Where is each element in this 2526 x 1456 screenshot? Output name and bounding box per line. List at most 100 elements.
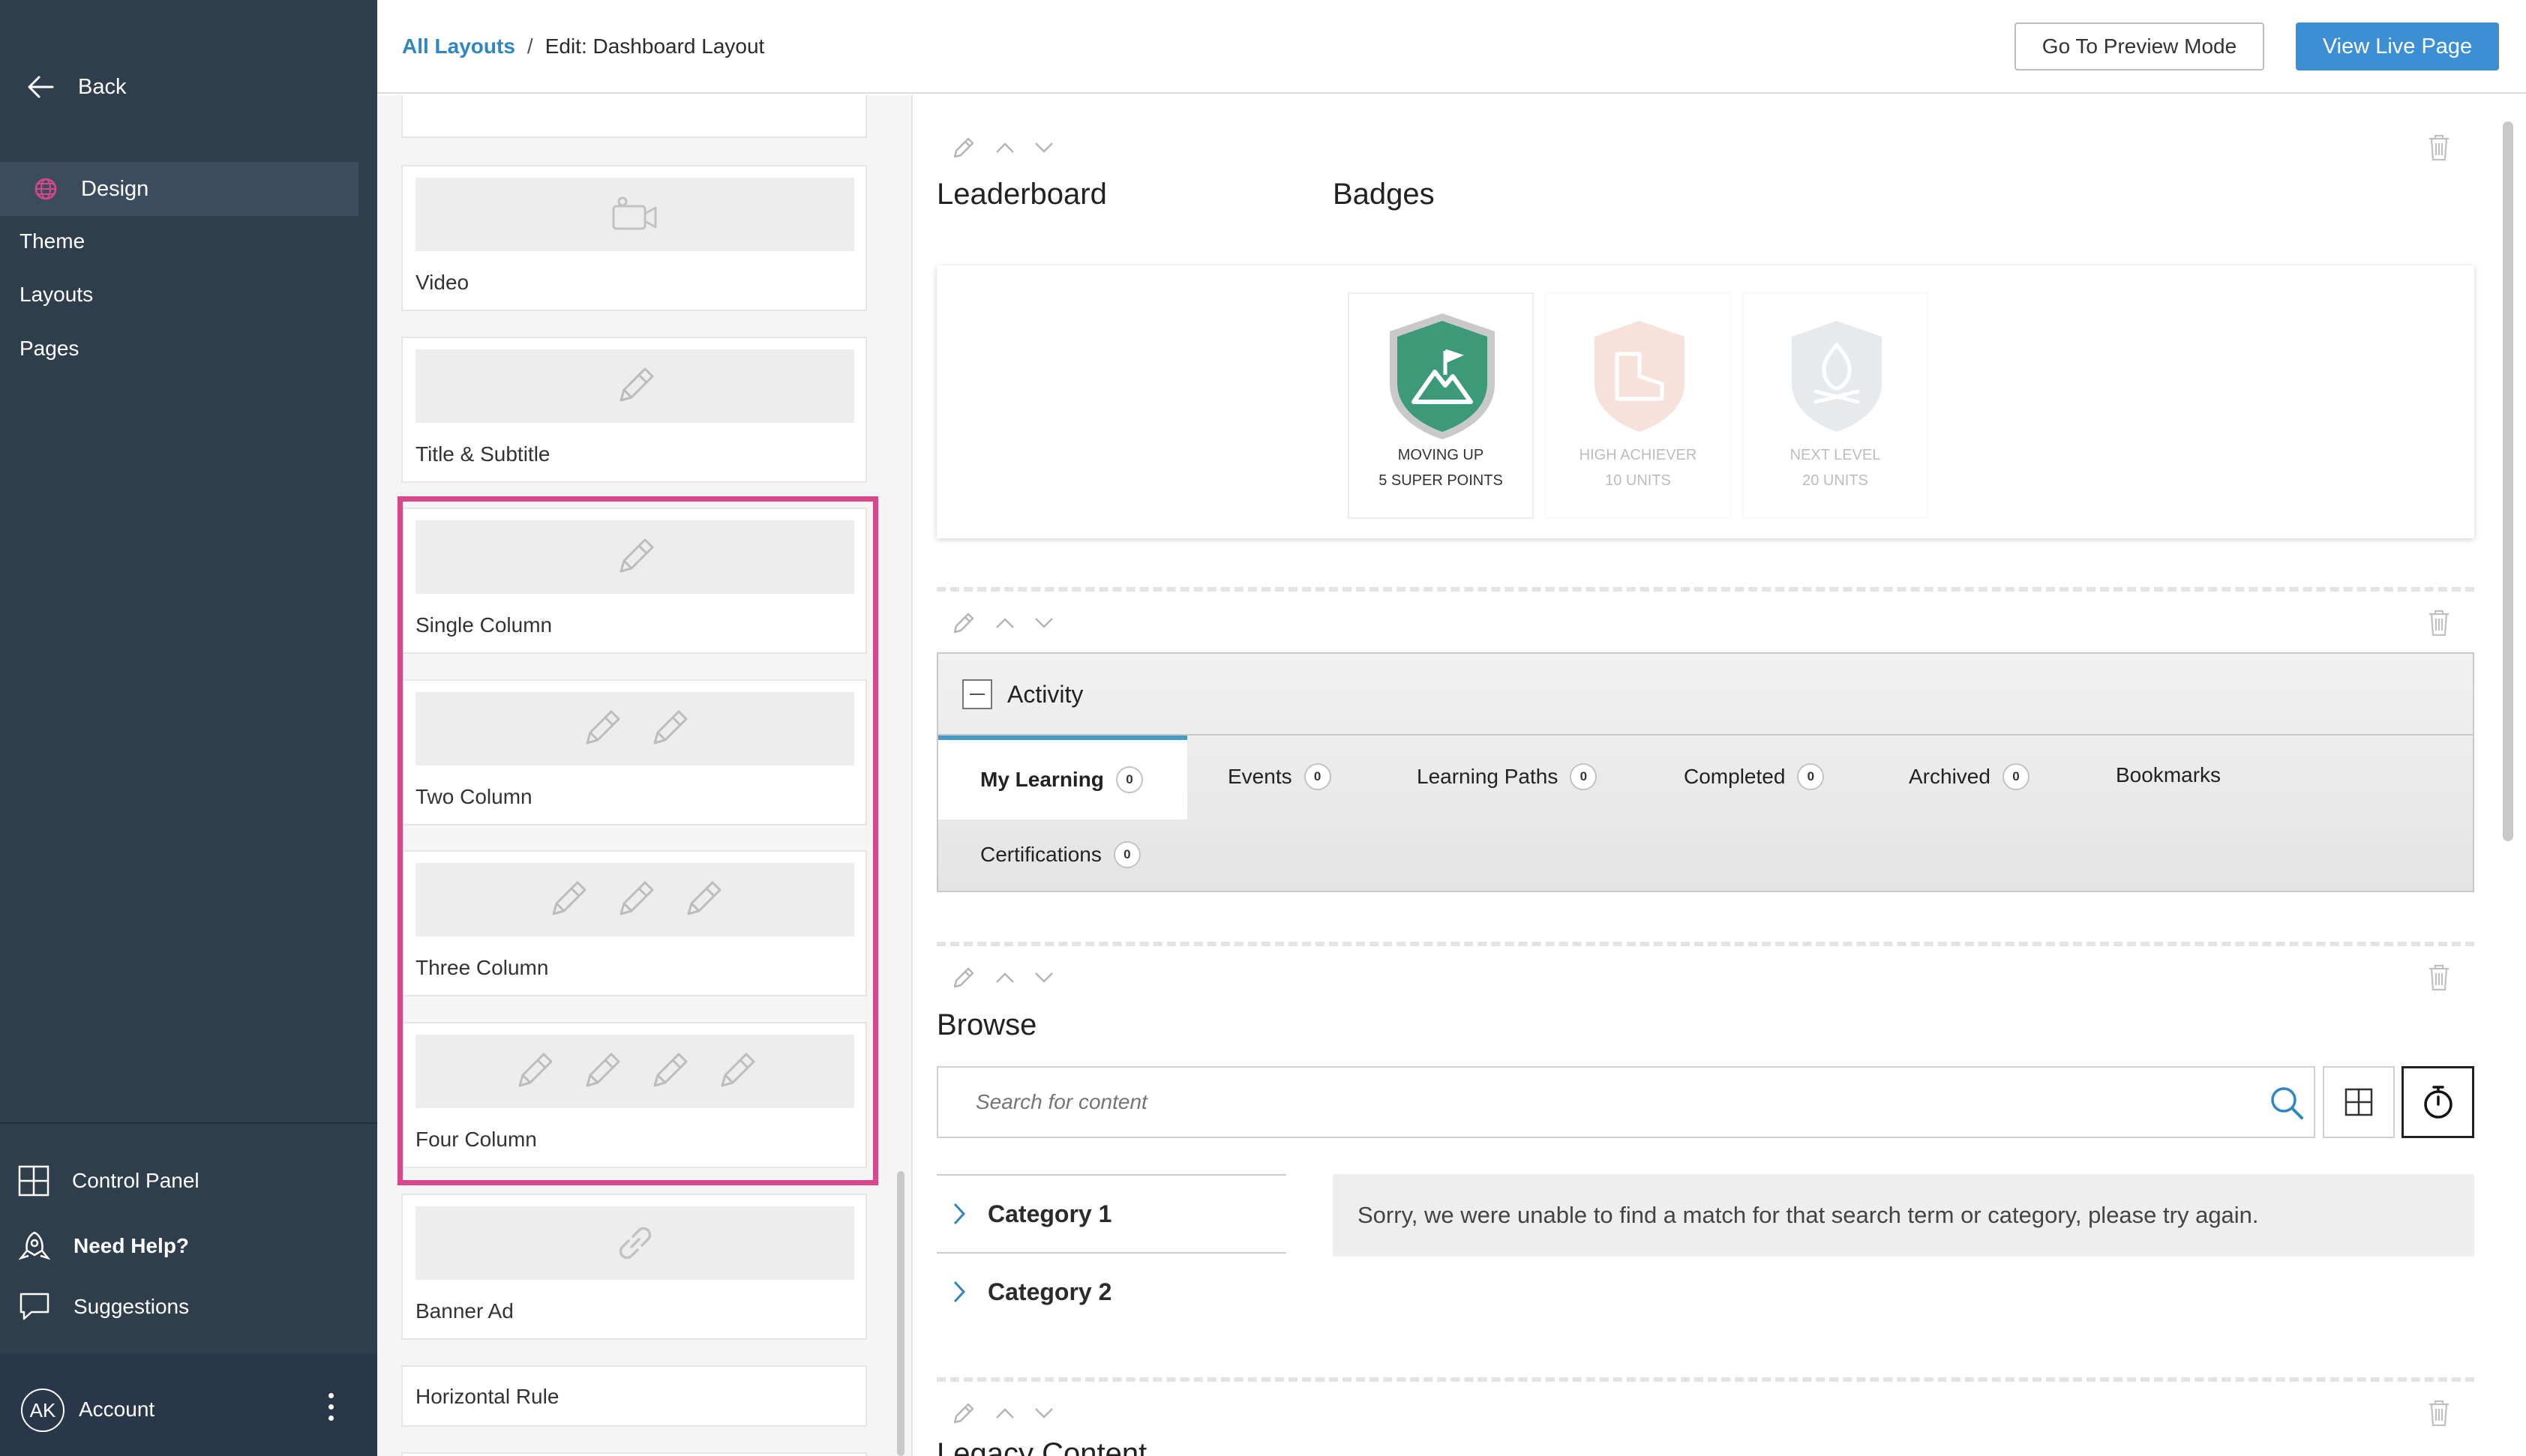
top-header: All Layouts / Edit: Dashboard Layout Go … (377, 0, 2526, 94)
activity-header: Activity (938, 654, 2473, 735)
chat-bubble-icon (20, 1293, 50, 1320)
sidebar-item-layouts[interactable]: Layouts (20, 283, 93, 307)
tab-my-learning[interactable]: My Learning 0 (938, 740, 1187, 819)
tab-label: Certifications (980, 843, 1102, 866)
delete-section-icon[interactable] (2426, 1398, 2452, 1432)
category-item[interactable]: Category 1 (937, 1174, 1286, 1252)
arrow-left-icon (28, 76, 54, 98)
palette-item-label: Horizontal Rule (416, 1385, 560, 1408)
palette-item-title-subtitle[interactable]: Title & Subtitle (401, 337, 867, 483)
palette-item-three-column[interactable]: Three Column (401, 850, 867, 996)
back-button[interactable]: Back (27, 70, 126, 103)
grid-view-icon (2344, 1088, 2373, 1116)
back-label: Back (78, 74, 127, 99)
preview-mode-button[interactable]: Go To Preview Mode (2014, 22, 2264, 70)
browse-title: Browse (937, 1008, 1037, 1041)
mountain-flag-badge-icon (1390, 313, 1495, 439)
suggestions-link[interactable]: Suggestions (18, 1291, 189, 1323)
grid-view-button[interactable] (2323, 1066, 2395, 1138)
sidebar-item-theme[interactable]: Theme (20, 229, 85, 253)
pencil-icon (653, 710, 687, 744)
shoe-badge-icon (1594, 321, 1684, 432)
sidebar-item-design[interactable]: Design (0, 162, 358, 216)
palette-item-horizontal-rule[interactable]: Horizontal Rule (401, 1365, 867, 1427)
edit-pencil-icon[interactable] (950, 610, 977, 637)
more-options-icon[interactable] (328, 1393, 334, 1421)
move-down-icon[interactable] (1033, 1406, 1055, 1421)
move-down-icon[interactable] (1033, 616, 1055, 631)
search-icon[interactable] (2268, 1084, 2306, 1125)
tab-certifications[interactable]: Certifications 0 (980, 841, 1141, 868)
collapse-icon[interactable] (962, 679, 992, 709)
sidebar-item-pages[interactable]: Pages (20, 337, 79, 361)
suggestions-label: Suggestions (74, 1295, 190, 1318)
section-controls (950, 964, 1055, 991)
tab-completed[interactable]: Completed 0 (1684, 763, 1825, 790)
pencil-icon (620, 538, 653, 573)
palette-item-partial-bottom[interactable] (401, 1452, 867, 1456)
control-panel-link[interactable]: Control Panel (18, 1165, 200, 1197)
palette-item-video[interactable]: Video (401, 165, 867, 311)
edit-pencil-icon[interactable] (950, 964, 977, 991)
leaderboard-title: Leaderboard (937, 178, 1107, 211)
tab-count-badge: 0 (1115, 766, 1143, 793)
palette-item-four-column[interactable]: Four Column (401, 1022, 867, 1168)
category-list: Category 1 Category 2 (937, 1174, 1286, 1330)
breadcrumb-all-layouts[interactable]: All Layouts (402, 34, 515, 58)
need-help-link[interactable]: Need Help? (18, 1230, 189, 1263)
chevron-right-icon (953, 1203, 966, 1225)
tab-bookmarks[interactable]: Bookmarks (2116, 763, 2221, 787)
tab-learning-paths[interactable]: Learning Paths 0 (1417, 763, 1598, 790)
palette-item-label: Four Column (416, 1128, 537, 1151)
delete-section-icon[interactable] (2426, 133, 2452, 166)
section-divider (937, 587, 2474, 592)
badge-points: 5 SUPER POINTS (1378, 472, 1503, 489)
badge-moving-up[interactable]: MOVING UP 5 SUPER POINTS (1348, 292, 1534, 519)
move-down-icon[interactable] (1033, 970, 1055, 985)
category-label: Category 1 (988, 1200, 1112, 1227)
delete-section-icon[interactable] (2426, 608, 2452, 642)
tab-events[interactable]: Events 0 (1228, 763, 1331, 790)
layout-canvas: Leaderboard Badges MOVING UP 5 SUPER POI… (914, 95, 2526, 1456)
account-label[interactable]: Account (79, 1398, 154, 1422)
badge-points: 20 UNITS (1802, 472, 1868, 489)
move-up-icon[interactable] (994, 616, 1016, 631)
tab-label: Learning Paths (1417, 765, 1558, 788)
palette-item-two-column[interactable]: Two Column (401, 679, 867, 825)
category-item[interactable]: Category 2 (937, 1252, 1286, 1330)
edit-pencil-icon[interactable] (950, 1400, 977, 1427)
move-down-icon[interactable] (1033, 140, 1055, 155)
move-up-icon[interactable] (994, 970, 1016, 985)
tab-count-badge: 0 (1570, 763, 1598, 790)
edit-pencil-icon[interactable] (950, 134, 977, 161)
pencil-icon (586, 1053, 620, 1087)
section-controls (950, 134, 1055, 161)
section-controls (950, 610, 1055, 637)
need-help-label: Need Help? (74, 1234, 190, 1257)
avatar[interactable]: AK (21, 1389, 64, 1432)
recent-view-button[interactable] (2402, 1066, 2474, 1138)
tab-label: Events (1228, 765, 1292, 788)
delete-section-icon[interactable] (2426, 963, 2452, 996)
sidebar-item-label: Design (81, 176, 149, 201)
palette-item-banner-ad[interactable]: Banner Ad (401, 1194, 867, 1340)
legacy-content-title: Legacy Content (937, 1437, 1148, 1456)
canvas-scrollbar[interactable] (2503, 121, 2513, 841)
palette-item-single-column[interactable]: Single Column (401, 508, 867, 654)
search-input[interactable] (976, 1068, 2176, 1137)
section-divider (937, 1377, 2474, 1382)
tab-archived[interactable]: Archived 0 (1909, 763, 2030, 790)
move-up-icon[interactable] (994, 1406, 1016, 1421)
section-divider (937, 942, 2474, 946)
view-live-page-button[interactable]: View Live Page (2296, 22, 2499, 70)
palette-item-partial[interactable] (401, 95, 867, 138)
tab-count-badge: 0 (1797, 763, 1825, 790)
tab-count-badge: 0 (1304, 763, 1331, 790)
breadcrumb-separator: / (526, 34, 533, 58)
move-up-icon[interactable] (994, 140, 1016, 155)
breadcrumb-current: Edit: Dashboard Layout (544, 34, 765, 58)
palette-scrollbar[interactable] (897, 1171, 904, 1456)
badge-next-level[interactable]: NEXT LEVEL 20 UNITS (1742, 292, 1928, 519)
badge-high-achiever[interactable]: HIGH ACHIEVER 10 UNITS (1545, 292, 1731, 519)
breadcrumb: All Layouts / Edit: Dashboard Layout (402, 34, 764, 58)
